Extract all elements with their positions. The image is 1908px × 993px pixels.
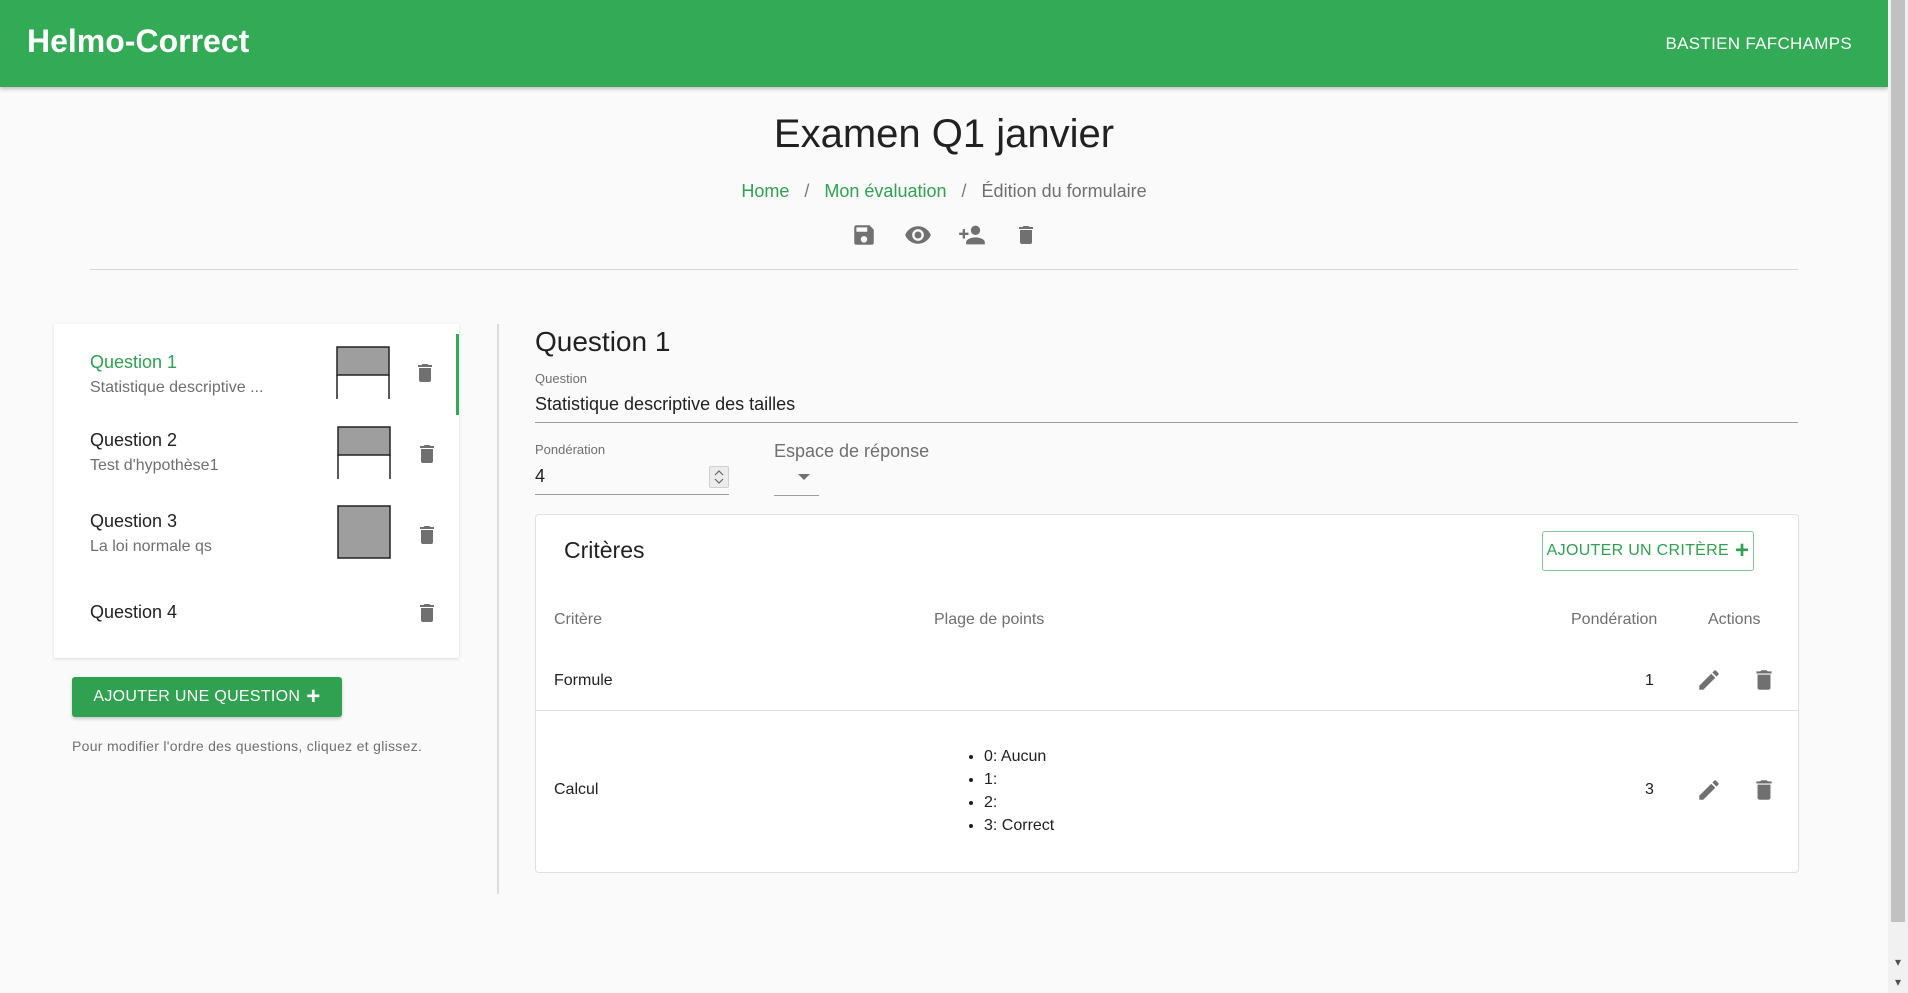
question-item-4[interactable]: Question 4 [54, 568, 459, 658]
answer-space-thumbnail [337, 426, 391, 479]
active-question-indicator [456, 334, 459, 415]
delete-form-button[interactable] [1010, 219, 1042, 251]
app-title[interactable]: Helmo-Correct [27, 23, 249, 60]
edit-icon[interactable] [1696, 777, 1722, 803]
save-icon [854, 225, 874, 245]
question-subtitle: Statistique descriptive ... [90, 379, 264, 396]
delete-question-icon[interactable] [413, 361, 437, 385]
question-field-label: Question [535, 371, 588, 386]
column-header-criterion[interactable]: Critère [554, 611, 602, 629]
delete-question-icon[interactable] [415, 601, 439, 625]
add-question-button[interactable]: AJOUTER UNE QUESTION + [72, 677, 342, 717]
criterion-name: Calcul [554, 781, 599, 798]
plus-icon: + [1734, 537, 1750, 564]
points-range-list: 0: Aucun 1: 2: 3: Correct [966, 745, 1054, 837]
scrollbar-thumb[interactable] [1891, 0, 1905, 922]
row-divider [536, 710, 1798, 711]
answer-space-thumbnail [336, 346, 390, 399]
points-range-item: 2: [984, 791, 1054, 814]
column-header-weight[interactable]: Pondération [1571, 611, 1657, 629]
vertical-divider [497, 324, 499, 894]
question-item-2[interactable]: Question 2 Test d'hypothèse1 [54, 406, 459, 487]
form-toolbar [848, 219, 1042, 251]
answer-space-underline [774, 495, 819, 496]
question-list: Question 1 Statistique descriptive ... Q… [54, 324, 459, 658]
page-scrollbar[interactable]: ▾ ▾ [1888, 0, 1908, 993]
points-range-item: 3: Correct [984, 814, 1054, 837]
add-criterion-label: AJOUTER UN CRITÈRE [1546, 542, 1729, 559]
ponderation-stepper[interactable] [709, 466, 729, 488]
ponderation-input[interactable]: 4 [535, 466, 545, 487]
delete-question-icon[interactable] [415, 442, 439, 466]
delete-icon[interactable] [1751, 777, 1777, 803]
points-range-item: 1: [984, 768, 1054, 791]
answer-space-select-label: Espace de réponse [774, 441, 930, 461]
edit-icon[interactable] [1696, 667, 1722, 693]
criteria-title: Critères [564, 537, 645, 563]
breadcrumb-home[interactable]: Home [741, 181, 789, 201]
question-input[interactable]: Statistique descriptive des tailles [535, 394, 795, 415]
reorder-hint: Pour modifier l'ordre des questions, cli… [72, 738, 423, 754]
ponderation-field-label: Pondération [535, 442, 606, 457]
breadcrumb-separator: / [961, 181, 967, 201]
breadcrumb-separator: / [804, 181, 810, 201]
column-header-actions: Actions [1708, 611, 1761, 628]
scroll-down-arrow-bottom[interactable]: ▾ [1888, 972, 1908, 992]
breadcrumb-current: Édition du formulaire [981, 181, 1147, 201]
criterion-weight: 1 [1645, 672, 1654, 689]
question-input-underline [535, 422, 1798, 423]
points-range-item: 0: Aucun [984, 745, 1054, 768]
add-question-label: AJOUTER UNE QUESTION [93, 688, 301, 705]
page-title: Examen Q1 janvier [773, 112, 1115, 156]
save-button[interactable] [848, 219, 880, 251]
app-bar: Helmo-Correct BASTIEN FAFCHAMPS [0, 0, 1888, 87]
person-add-icon [959, 225, 985, 245]
breadcrumb: Home / Mon évaluation / Édition du formu… [0, 181, 1888, 202]
breadcrumb-evaluation[interactable]: Mon évaluation [824, 181, 946, 201]
add-criterion-button[interactable]: AJOUTER UN CRITÈRE + [1542, 531, 1754, 571]
question-item-3[interactable]: Question 3 La loi normale qs [54, 487, 459, 568]
question-title: Question 3 [90, 511, 178, 531]
eye-icon [905, 226, 931, 244]
ponderation-underline [535, 494, 729, 495]
preview-button[interactable] [902, 219, 934, 251]
add-person-button[interactable] [956, 219, 988, 251]
criterion-name: Formule [554, 672, 613, 689]
criterion-weight: 3 [1645, 781, 1654, 798]
delete-question-icon[interactable] [415, 523, 439, 547]
stepper-arrows-icon [714, 470, 724, 484]
criteria-card: Critères AJOUTER UN CRITÈRE + Critère Pl… [535, 514, 1799, 873]
question-title: Question 1 [90, 352, 178, 372]
column-header-points-range[interactable]: Plage de points [934, 611, 1044, 629]
answer-space-select[interactable] [798, 474, 810, 480]
question-heading: Question 1 [535, 326, 671, 357]
user-name[interactable]: BASTIEN FAFCHAMPS [1666, 34, 1852, 54]
question-subtitle: La loi normale qs [90, 538, 212, 555]
plus-icon: + [306, 683, 321, 710]
delete-icon [1019, 226, 1033, 244]
question-title: Question 4 [90, 602, 178, 622]
scroll-down-arrow[interactable]: ▾ [1888, 952, 1908, 972]
answer-space-thumbnail [337, 505, 391, 559]
question-item-1[interactable]: Question 1 Statistique descriptive ... [54, 324, 459, 406]
delete-icon[interactable] [1751, 667, 1777, 693]
question-subtitle: Test d'hypothèse1 [90, 457, 219, 474]
question-title: Question 2 [90, 430, 178, 450]
header-divider [90, 269, 1798, 270]
